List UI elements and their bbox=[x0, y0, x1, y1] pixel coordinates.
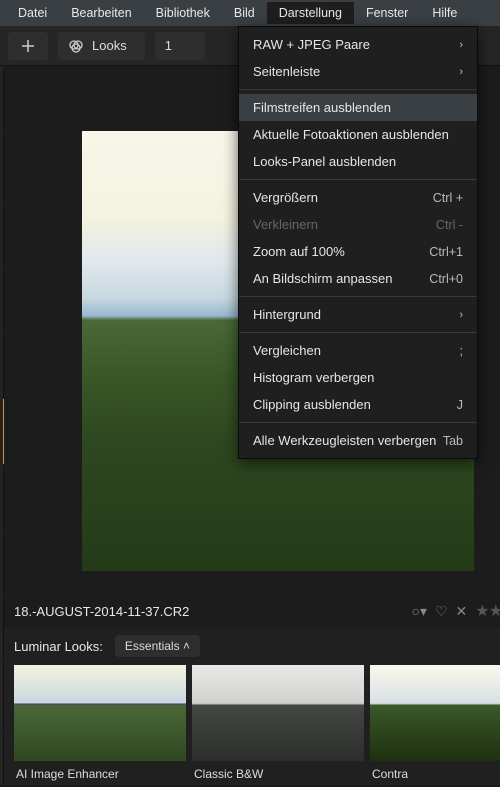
menu-item-shortcut: Ctrl+0 bbox=[429, 272, 463, 286]
menu-item-label: Filmstreifen ausblenden bbox=[253, 100, 463, 115]
rating-stars[interactable]: ★★★★★ bbox=[475, 601, 500, 621]
menu-item-label: Hintergrund bbox=[253, 307, 459, 322]
menu-separator bbox=[239, 89, 477, 90]
menu-item[interactable]: Zoom auf 100%Ctrl+1 bbox=[239, 238, 477, 265]
look-thumb bbox=[192, 665, 364, 761]
menu-fenster[interactable]: Fenster bbox=[354, 2, 420, 24]
plus-icon bbox=[21, 39, 35, 53]
menu-bild[interactable]: Bild bbox=[222, 2, 267, 24]
look-thumb bbox=[370, 665, 500, 761]
add-button[interactable] bbox=[8, 32, 48, 60]
chevron-right-icon: › bbox=[459, 309, 463, 321]
color-tag-icon[interactable]: ○▾ bbox=[412, 603, 427, 620]
menu-item-label: Vergrößern bbox=[253, 190, 433, 205]
menu-item[interactable]: Clipping ausblendenJ bbox=[239, 391, 477, 418]
menu-item[interactable]: Seitenleiste› bbox=[239, 58, 477, 85]
favorite-icon[interactable]: ♡ bbox=[435, 603, 448, 620]
menu-item[interactable]: An Bildschirm anpassenCtrl+0 bbox=[239, 265, 477, 292]
menu-item[interactable]: Filmstreifen ausblenden bbox=[239, 94, 477, 121]
chevron-right-icon: › bbox=[459, 39, 463, 51]
looks-header: Luminar Looks: Essentials ˄ bbox=[14, 635, 500, 657]
looks-category-label: Essentials bbox=[125, 639, 180, 653]
menu-item-shortcut: Ctrl - bbox=[436, 218, 463, 232]
menu-bibliothek[interactable]: Bibliothek bbox=[144, 2, 222, 24]
filename-label: 18.-AUGUST-2014-11-37.CR2 bbox=[14, 604, 189, 619]
menu-bearbeiten[interactable]: Bearbeiten bbox=[59, 2, 143, 24]
menu-item-label: Clipping ausblenden bbox=[253, 397, 457, 412]
menu-item-label: Seitenleiste bbox=[253, 64, 459, 79]
looks-row: AI Image Enhancer Classic B&W Contra bbox=[14, 665, 500, 787]
look-label: Classic B&W bbox=[192, 761, 364, 787]
looks-button[interactable]: Looks bbox=[58, 32, 145, 60]
menu-separator bbox=[239, 179, 477, 180]
menu-item-shortcut: J bbox=[457, 398, 463, 412]
menu-item-shortcut: Ctrl + bbox=[433, 191, 463, 205]
zoom-display[interactable]: 1 bbox=[155, 32, 205, 60]
menu-item-shortcut: Ctrl+1 bbox=[429, 245, 463, 259]
menu-item[interactable]: RAW + JPEG Paare› bbox=[239, 31, 477, 58]
looks-icon bbox=[68, 38, 84, 54]
reject-icon[interactable]: ✕ bbox=[456, 603, 468, 620]
menu-item[interactable]: Looks-Panel ausblenden bbox=[239, 148, 477, 175]
menu-item-label: Looks-Panel ausblenden bbox=[253, 154, 463, 169]
looks-label: Looks bbox=[92, 38, 127, 53]
menu-item[interactable]: VergrößernCtrl + bbox=[239, 184, 477, 211]
looks-title: Luminar Looks: bbox=[14, 639, 103, 654]
menu-item-label: Vergleichen bbox=[253, 343, 460, 358]
menu-separator bbox=[239, 332, 477, 333]
menu-item[interactable]: Vergleichen; bbox=[239, 337, 477, 364]
menu-item-label: RAW + JPEG Paare bbox=[253, 37, 459, 52]
menu-item-shortcut: ; bbox=[460, 344, 463, 358]
chevron-up-icon: ˄ bbox=[183, 639, 190, 653]
look-item[interactable]: Classic B&W bbox=[192, 665, 364, 787]
menu-separator bbox=[239, 296, 477, 297]
menu-darstellung[interactable]: Darstellung bbox=[267, 2, 354, 24]
menu-item[interactable]: Aktuelle Fotoaktionen ausblenden bbox=[239, 121, 477, 148]
zoom-value: 1 bbox=[165, 38, 172, 53]
menu-item: VerkleinernCtrl - bbox=[239, 211, 477, 238]
menu-datei[interactable]: Datei bbox=[6, 2, 59, 24]
looks-panel: Luminar Looks: Essentials ˄ AI Image Enh… bbox=[4, 627, 500, 785]
looks-category-dropdown[interactable]: Essentials ˄ bbox=[115, 635, 200, 657]
look-label: Contra bbox=[370, 761, 500, 787]
look-item[interactable]: AI Image Enhancer bbox=[14, 665, 186, 787]
menu-item-label: Zoom auf 100% bbox=[253, 244, 429, 259]
menu-separator bbox=[239, 422, 477, 423]
menu-item-label: Aktuelle Fotoaktionen ausblenden bbox=[253, 127, 463, 142]
darstellung-dropdown: RAW + JPEG Paare›Seitenleiste›Filmstreif… bbox=[238, 26, 478, 459]
menu-item-label: An Bildschirm anpassen bbox=[253, 271, 429, 286]
menubar: Datei Bearbeiten Bibliothek Bild Darstel… bbox=[0, 0, 500, 26]
menu-item-shortcut: Tab bbox=[443, 434, 463, 448]
menu-item[interactable]: Histogram verbergen bbox=[239, 364, 477, 391]
menu-item-label: Alle Werkzeugleisten verbergen bbox=[253, 433, 443, 448]
menu-hilfe[interactable]: Hilfe bbox=[420, 2, 469, 24]
look-item[interactable]: Contra bbox=[370, 665, 500, 787]
info-bar: 18.-AUGUST-2014-11-37.CR2 ○▾ ♡ ✕ ★★★★★ bbox=[4, 595, 500, 627]
chevron-right-icon: › bbox=[459, 66, 463, 78]
menu-item[interactable]: Hintergrund› bbox=[239, 301, 477, 328]
look-label: AI Image Enhancer bbox=[14, 761, 186, 787]
menu-item-label: Histogram verbergen bbox=[253, 370, 463, 385]
menu-item[interactable]: Alle Werkzeugleisten verbergenTab bbox=[239, 427, 477, 454]
look-thumb bbox=[14, 665, 186, 761]
menu-item-label: Verkleinern bbox=[253, 217, 436, 232]
